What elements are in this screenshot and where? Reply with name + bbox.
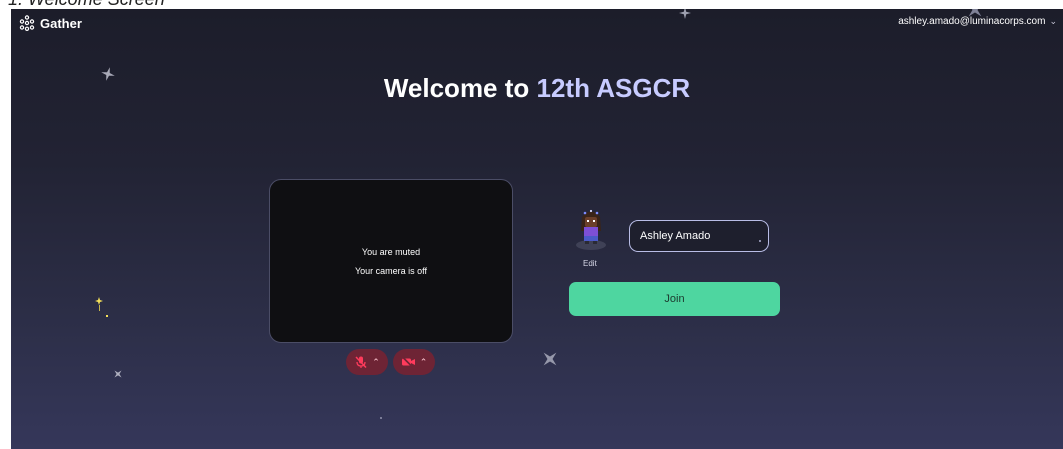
account-email: ashley.amado@luminacorps.com [898,16,1046,27]
star-decoration-icon [543,352,557,366]
star-decoration-icon [114,370,122,378]
video-preview: You are muted Your camera is off [269,179,513,343]
edit-avatar-link[interactable]: Edit [583,259,597,268]
input-indicator [759,240,761,242]
gather-logo-text: Gather [40,15,82,31]
avatar[interactable] [573,207,609,251]
join-button[interactable]: Join [569,282,780,316]
gather-logo[interactable]: Gather [19,15,82,31]
mic-toggle-button[interactable]: ⌃ [346,349,388,375]
space-name: 12th ASGCR [536,73,691,103]
mic-off-icon [355,356,367,369]
muted-status: You are muted [361,247,421,257]
camera-status: Your camera is off [354,266,428,276]
star-decoration-icon [679,9,691,19]
display-name-input[interactable] [629,220,769,252]
welcome-screen: Gather ashley.amado@luminacorps.com ⌄ We… [11,9,1063,449]
chevron-up-icon[interactable]: ⌃ [372,357,380,368]
welcome-prefix: Welcome to [383,73,537,103]
account-menu[interactable]: ashley.amado@luminacorps.com ⌄ [898,16,1057,27]
dot-decoration [380,417,382,419]
camera-off-icon [401,356,415,369]
gather-logo-icon [19,15,35,31]
welcome-title: Welcome to 12th ASGCR [11,73,1063,104]
sparkle-decoration-icon [95,297,108,317]
camera-toggle-button[interactable]: ⌃ [393,349,435,375]
chevron-down-icon: ⌄ [1049,16,1057,26]
chevron-up-icon[interactable]: ⌃ [420,357,428,368]
